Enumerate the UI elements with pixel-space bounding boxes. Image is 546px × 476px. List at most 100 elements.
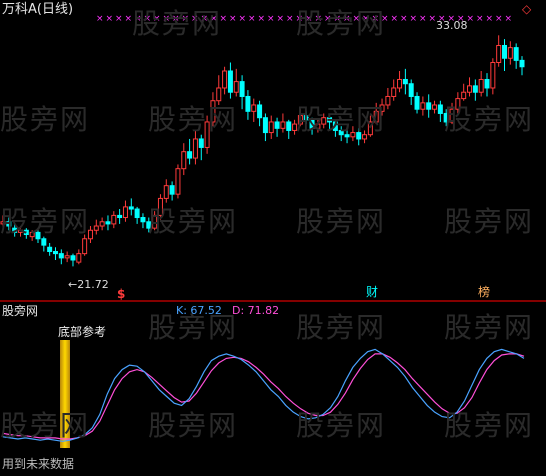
candle-body (111, 214, 117, 225)
candle-body (198, 138, 204, 148)
marker-x: × (419, 14, 427, 24)
marker-x: × (296, 14, 304, 24)
candle-body (507, 47, 513, 59)
candle-body (426, 102, 432, 110)
candle-body (280, 121, 286, 129)
candle-body (128, 206, 134, 210)
marker-x: × (172, 14, 180, 24)
event-tag-ranking[interactable]: 榜 (478, 286, 490, 298)
candle-body (338, 129, 344, 136)
candle-body (245, 95, 251, 112)
k-value-label: K: 67.52 (176, 304, 222, 317)
candle-body (432, 104, 438, 110)
candle-body (47, 246, 53, 253)
candle-body (286, 121, 292, 131)
candle-body (478, 78, 484, 93)
future-data-note: 用到未来数据 (2, 457, 75, 471)
stock-title: 万科A(日线) (2, 2, 74, 17)
candle-body (152, 214, 158, 229)
candle-body (443, 112, 449, 123)
marker-x: × (476, 14, 484, 24)
marker-x: × (467, 14, 475, 24)
candle-body (140, 217, 146, 223)
marker-x: × (96, 14, 104, 24)
marker-x: × (286, 14, 294, 24)
marker-x: × (134, 14, 142, 24)
candle-body (321, 117, 327, 125)
candle-body (239, 81, 245, 97)
indicator-name: 股旁网 (2, 304, 39, 318)
candle-body (362, 134, 368, 140)
candle-body (41, 238, 47, 246)
candle-body (58, 253, 64, 259)
candle-body (122, 206, 128, 219)
marker-x: × (486, 14, 494, 24)
candle-body (6, 221, 12, 227)
candle-body (262, 117, 268, 134)
marker-x: × (239, 14, 247, 24)
candle-body (99, 221, 105, 227)
event-tag-finance[interactable]: 财 (366, 286, 378, 298)
marker-x: × (229, 14, 237, 24)
candle-body (251, 104, 257, 112)
stock-chart-window: × × × × × × × × × × × × × × × × × × × × × × × × × × × × × × × × × × × × × × × ×… (0, 0, 546, 476)
candle-body (297, 115, 303, 125)
k-line (2, 348, 525, 442)
candle-body (402, 78, 408, 85)
candle-body (408, 83, 414, 97)
price-panel[interactable] (0, 35, 525, 267)
candle-body (134, 208, 140, 219)
marker-x: × (258, 14, 266, 24)
candle-body (70, 255, 76, 261)
candle-body (105, 221, 111, 225)
candle-body (76, 253, 82, 263)
candle-body (175, 168, 181, 195)
candle-body (93, 225, 99, 231)
candle-body (502, 45, 508, 59)
candle-body (472, 85, 478, 93)
candle-body (303, 115, 309, 121)
kd-indicator-panel[interactable] (2, 340, 525, 448)
candle-body (222, 70, 228, 89)
candle-body (356, 132, 362, 140)
event-tag-dividend[interactable]: $ (117, 288, 125, 300)
d-value-label: D: 71.82 (232, 304, 280, 317)
d-line (2, 353, 525, 440)
candle-body (163, 185, 169, 199)
candle-body (216, 87, 222, 102)
candle-body (385, 95, 391, 106)
chart-canvas[interactable]: × × × × × × × × × × × × × × × × × × × × × × × × × × × × × × × × × × × × × × × ×… (0, 0, 546, 476)
price-low-value: 21.72 (77, 278, 109, 291)
marker-x: × (362, 14, 370, 24)
marker-x: × (400, 14, 408, 24)
marker-x: × (334, 14, 342, 24)
marker-x: × (191, 14, 199, 24)
candle-body (467, 85, 473, 93)
marker-x: × (343, 14, 351, 24)
candle-body (146, 221, 152, 229)
candle-body (12, 227, 18, 233)
candle-body (437, 104, 443, 114)
marker-x: × (353, 14, 361, 24)
candle-body (373, 110, 379, 123)
marker-x: × (201, 14, 209, 24)
candle-body (157, 197, 163, 216)
candle-body (496, 45, 502, 63)
candle-body (397, 78, 403, 89)
marker-x: × (372, 14, 380, 24)
candle-body (117, 214, 123, 219)
marker-x: × (391, 14, 399, 24)
candle-body (455, 98, 461, 110)
marker-x: × (248, 14, 256, 24)
candle-body (87, 229, 93, 240)
diamond-icon[interactable]: ◇ (522, 3, 531, 15)
marker-x: × (495, 14, 503, 24)
candle-body (379, 104, 385, 112)
candle-body (292, 123, 298, 131)
marker-x: × (182, 14, 190, 24)
candle-body (35, 231, 41, 240)
marker-x: × (153, 14, 161, 24)
candle-body (513, 47, 519, 61)
candle-body (23, 229, 29, 236)
candle-body (420, 102, 426, 110)
